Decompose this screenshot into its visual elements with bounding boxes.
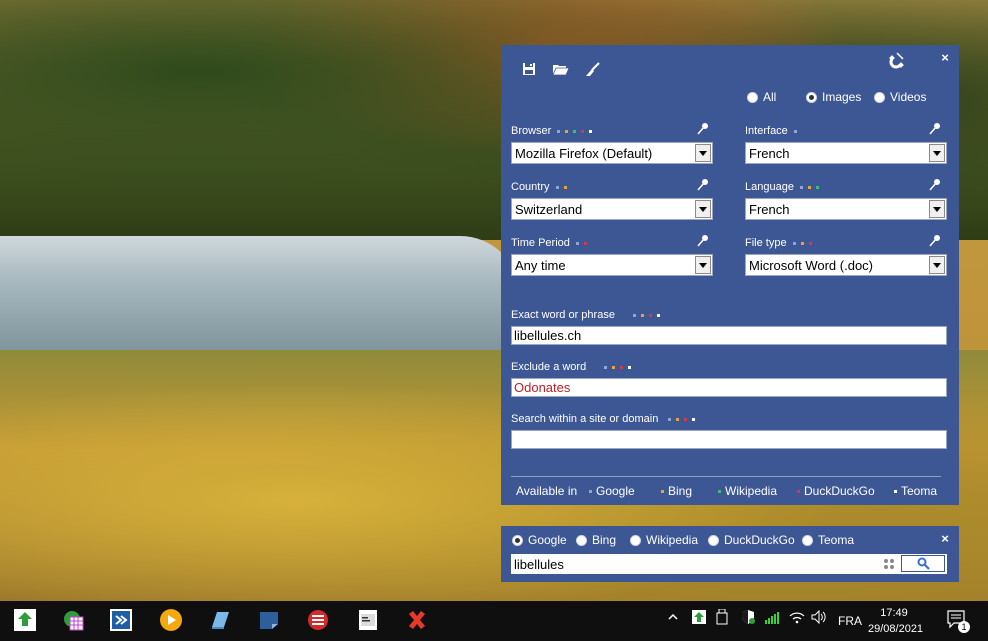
notes-app-icon[interactable] xyxy=(207,607,233,633)
tray-upload-icon[interactable] xyxy=(692,610,706,627)
engine-radio-wikipedia[interactable]: Wikipedia xyxy=(630,533,698,547)
radio-dot-selected xyxy=(806,91,817,103)
site-domain-label: Search within a site or domain xyxy=(511,413,696,425)
exact-phrase-input[interactable]: libellules.ch xyxy=(511,326,947,345)
app-upload-icon[interactable] xyxy=(12,607,38,633)
language-indicator[interactable]: FRA xyxy=(838,614,862,628)
site-domain-input[interactable] xyxy=(511,430,947,449)
radio-dot-selected xyxy=(512,534,523,546)
media-player-icon[interactable] xyxy=(158,607,184,633)
grid-icon[interactable] xyxy=(883,558,895,570)
pin-icon[interactable] xyxy=(696,234,710,248)
chevron-down-icon xyxy=(929,144,945,162)
red-x-app-icon[interactable] xyxy=(404,607,430,633)
broom-icon[interactable] xyxy=(583,59,603,79)
radio-videos[interactable]: Videos xyxy=(874,90,926,104)
engine-availability-dots xyxy=(793,129,797,133)
time-period-select[interactable]: Any time xyxy=(511,254,713,276)
search-input[interactable]: libellules xyxy=(511,554,947,574)
engine-availability-dots xyxy=(575,241,587,245)
engine-availability-dots xyxy=(555,185,567,189)
chevron-down-icon xyxy=(695,200,711,218)
country-label: Country xyxy=(511,181,567,193)
engine-radio-teoma[interactable]: Teoma xyxy=(802,533,854,547)
wallpaper-lake xyxy=(0,236,520,354)
engine-availability-dots xyxy=(668,417,696,421)
legend-bing: Bing xyxy=(661,484,692,498)
chevron-down-icon xyxy=(929,200,945,218)
radio-all[interactable]: All xyxy=(747,90,776,104)
file-type-select[interactable]: Microsoft Word (.doc) xyxy=(745,254,947,276)
notification-count-badge: 1 xyxy=(958,621,970,633)
quick-search-bar: Google Bing Wikipedia DuckDuckGo Teoma ×… xyxy=(501,526,959,582)
floppy-disk-icon[interactable] xyxy=(519,59,539,79)
speaker-icon[interactable] xyxy=(811,609,827,627)
radio-dot xyxy=(874,91,885,103)
radio-dot xyxy=(802,534,813,546)
pin-icon[interactable] xyxy=(928,234,942,248)
globe-grid-icon[interactable] xyxy=(60,607,86,633)
notification-center-icon[interactable]: 1 xyxy=(946,609,970,634)
system-clock[interactable]: 17:49 29/08/2021 xyxy=(868,605,924,637)
engine-radio-duckduckgo[interactable]: DuckDuckGo xyxy=(708,533,795,547)
exclude-word-label: Exclude a word xyxy=(511,361,632,373)
clipboard-app-icon[interactable] xyxy=(305,607,331,633)
close-panel-button[interactable]: × xyxy=(938,51,952,65)
chevron-down-icon xyxy=(929,256,945,274)
engine-availability-dots xyxy=(604,365,632,369)
sticky-notes-icon[interactable] xyxy=(256,607,282,633)
engine-availability-dots xyxy=(792,241,812,245)
exact-phrase-label: Exact word or phrase xyxy=(511,309,660,321)
language-select[interactable]: French xyxy=(745,198,947,220)
wifi-icon[interactable] xyxy=(789,610,805,627)
chevron-up-icon[interactable] xyxy=(667,611,679,626)
engine-availability-dots xyxy=(799,185,819,189)
clock-date: 29/08/2021 xyxy=(868,623,924,635)
signal-bars-icon[interactable] xyxy=(764,610,780,627)
legend-google: Google xyxy=(589,484,635,498)
exclude-word-input[interactable]: Odonates xyxy=(511,378,947,397)
pin-icon[interactable] xyxy=(928,122,942,136)
radio-dot xyxy=(630,534,641,546)
divider xyxy=(511,476,941,477)
usb-drive-icon[interactable] xyxy=(716,608,728,628)
taskbar: FRA 17:49 29/08/2021 1 xyxy=(0,601,988,641)
legend-wikipedia: Wikipedia xyxy=(718,484,777,498)
chevron-down-icon xyxy=(695,256,711,274)
search-button[interactable] xyxy=(901,555,945,572)
available-in-label: Available in xyxy=(516,484,578,498)
legend-duckduckgo: DuckDuckGo xyxy=(797,484,875,498)
advanced-search-panel: × All Images Videos Browser Mozilla Fire… xyxy=(501,45,959,505)
browser-select[interactable]: Mozilla Firefox (Default) xyxy=(511,142,713,164)
radio-dot xyxy=(708,534,719,546)
browser-label: Browser xyxy=(511,125,593,137)
pin-icon[interactable] xyxy=(928,178,942,192)
time-period-label: Time Period xyxy=(511,237,587,249)
search-icon xyxy=(917,557,930,570)
engine-radio-google[interactable]: Google xyxy=(512,533,567,547)
engine-radio-bing[interactable]: Bing xyxy=(576,533,616,547)
radio-dot xyxy=(747,91,758,103)
interface-select[interactable]: French xyxy=(745,142,947,164)
notepad-app-icon[interactable] xyxy=(355,607,381,633)
legend-teoma: Teoma xyxy=(894,484,937,498)
file-type-label: File type xyxy=(745,237,812,249)
close-searchbar-button[interactable]: × xyxy=(938,532,952,546)
security-shield-icon[interactable] xyxy=(740,609,756,628)
radio-dot xyxy=(576,534,587,546)
remote-app-icon[interactable] xyxy=(108,607,134,633)
clock-time: 17:49 xyxy=(880,607,908,619)
pin-icon[interactable] xyxy=(696,122,710,136)
chevron-down-icon xyxy=(695,144,711,162)
magnet-icon[interactable] xyxy=(887,51,907,71)
pin-icon[interactable] xyxy=(696,178,710,192)
engine-availability-dots xyxy=(557,129,593,133)
engine-availability-dots xyxy=(632,313,660,317)
radio-images[interactable]: Images xyxy=(806,90,861,104)
language-label: Language xyxy=(745,181,819,193)
interface-label: Interface xyxy=(745,125,797,137)
folder-open-icon[interactable] xyxy=(551,59,571,79)
country-select[interactable]: Switzerland xyxy=(511,198,713,220)
